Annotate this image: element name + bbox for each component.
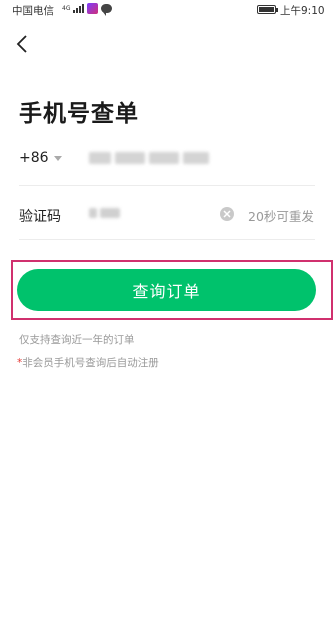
- close-icon: [223, 210, 231, 218]
- phone-row: +86: [19, 140, 315, 186]
- phone-input[interactable]: [87, 146, 217, 172]
- code-label: 验证码: [19, 209, 61, 225]
- chevron-left-icon: [16, 35, 27, 53]
- auto-register-text: 非会员手机号查询后自动注册: [22, 357, 159, 369]
- back-button[interactable]: [8, 30, 36, 58]
- signal-icon: [73, 4, 85, 13]
- clear-button[interactable]: [220, 207, 234, 221]
- resend-countdown: 20秒可重发: [248, 209, 314, 224]
- status-icons: 4G: [62, 3, 113, 16]
- battery-icon: [257, 5, 278, 14]
- verification-code-row: 验证码 20秒可重发: [19, 192, 315, 240]
- message-icon: [101, 4, 113, 16]
- query-range-note: 仅支持查询近一年的订单: [19, 334, 135, 346]
- status-bar: 中国电信 4G 上午9:10: [0, 0, 333, 20]
- auto-register-note: *非会员手机号查询后自动注册: [17, 355, 159, 370]
- page-title: 手机号查单: [19, 101, 139, 127]
- carrier-name: 中国电信: [12, 5, 54, 17]
- country-code-value: +86: [19, 150, 49, 166]
- app-notification-icon: [87, 3, 99, 14]
- query-order-button[interactable]: 查询订单: [17, 269, 316, 311]
- verification-code-input[interactable]: [87, 202, 207, 228]
- status-time: 上午9:10: [280, 5, 325, 17]
- network-type: 4G: [62, 4, 71, 12]
- country-code-select[interactable]: +86: [19, 150, 62, 166]
- caret-down-icon: [53, 155, 62, 161]
